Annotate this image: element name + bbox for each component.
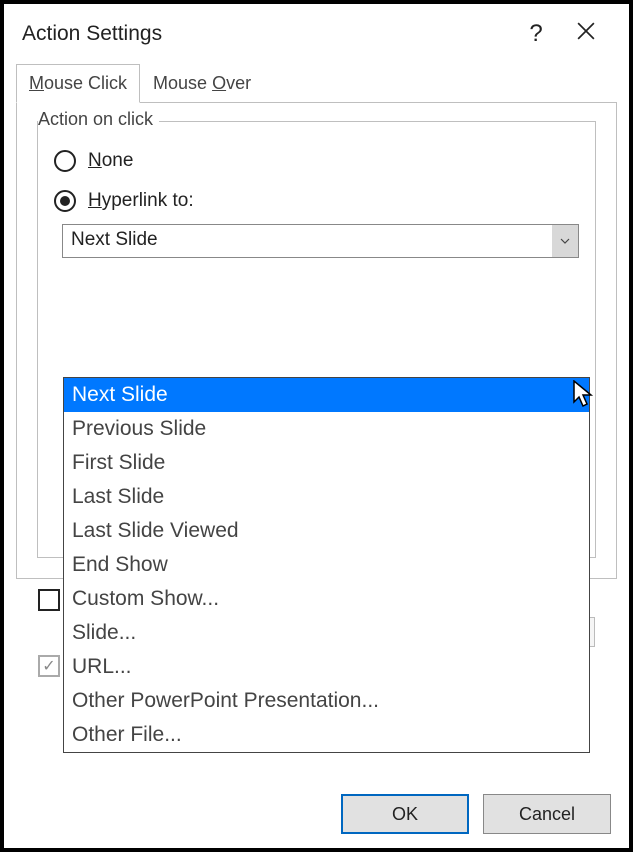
dialog-title: Action Settings — [22, 22, 511, 46]
dropdown-item-other-file[interactable]: Other File... — [64, 718, 589, 752]
radio-hyperlink-to[interactable]: Hyperlink to: — [54, 190, 579, 212]
cancel-button[interactable]: Cancel — [483, 794, 611, 834]
dropdown-item-end-show[interactable]: End Show — [64, 548, 589, 582]
dropdown-item-next-slide[interactable]: Next Slide — [64, 378, 589, 412]
dropdown-item-url[interactable]: URL... — [64, 650, 589, 684]
close-icon[interactable] — [561, 22, 611, 46]
ok-button[interactable]: OK — [341, 794, 469, 834]
radio-dot-icon — [60, 196, 70, 206]
dropdown-item-last-slide-viewed[interactable]: Last Slide Viewed — [64, 514, 589, 548]
checkbox-icon: ✓ — [38, 655, 60, 677]
hyperlink-dropdown[interactable]: Next Slide Previous Slide First Slide La… — [63, 377, 590, 753]
dialog-buttons: OK Cancel — [341, 794, 611, 834]
help-icon[interactable]: ? — [511, 20, 561, 48]
titlebar: Action Settings ? — [4, 4, 629, 64]
hyperlink-combo[interactable]: Next Slide — [62, 224, 579, 258]
combo-value: Next Slide — [63, 225, 552, 257]
dropdown-item-first-slide[interactable]: First Slide — [64, 446, 589, 480]
dropdown-item-previous-slide[interactable]: Previous Slide — [64, 412, 589, 446]
chevron-down-icon[interactable] — [552, 225, 578, 257]
radio-icon — [54, 190, 76, 212]
checkmark-icon: ✓ — [42, 656, 55, 676]
tab-strip: Mouse Click Mouse Over — [16, 64, 617, 103]
radio-none[interactable]: None — [54, 150, 579, 172]
dropdown-item-slide[interactable]: Slide... — [64, 616, 589, 650]
dropdown-item-other-ppt[interactable]: Other PowerPoint Presentation... — [64, 684, 589, 718]
dropdown-item-custom-show[interactable]: Custom Show... — [64, 582, 589, 616]
dropdown-item-last-slide[interactable]: Last Slide — [64, 480, 589, 514]
tab-mouse-click[interactable]: Mouse Click — [16, 64, 140, 103]
tab-mouse-over[interactable]: Mouse Over — [140, 64, 264, 103]
checkbox-icon — [38, 589, 60, 611]
action-settings-dialog: Action Settings ? Mouse Click Mouse Over… — [4, 4, 629, 848]
groupbox-label: Action on click — [38, 109, 159, 130]
radio-icon — [54, 150, 76, 172]
content-area: Mouse Click Mouse Over Action on click N… — [4, 64, 629, 848]
